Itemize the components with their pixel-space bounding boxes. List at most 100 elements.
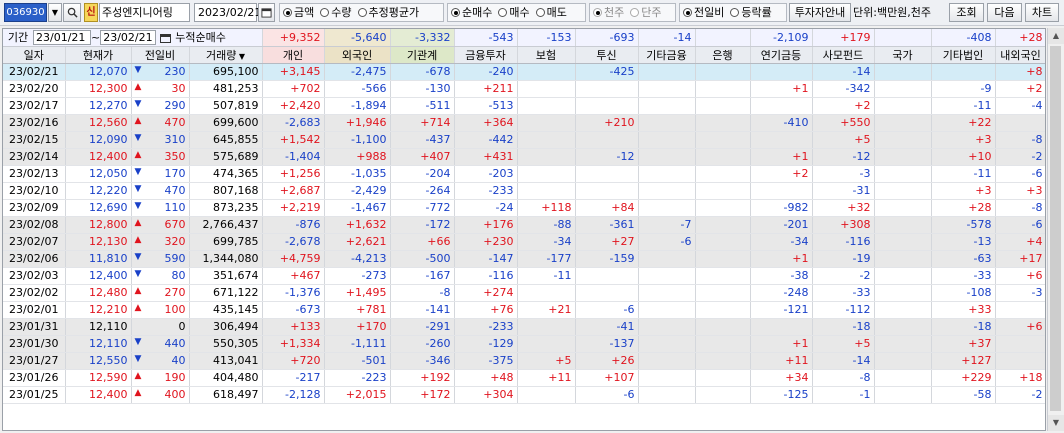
radio-circle-icon[interactable] [730,8,740,17]
table-row[interactable]: 23/01/31 12,110 0 306,494 +133 +170 -291 -233 -4… [3,318,1045,336]
table-row[interactable]: 23/02/03 12,400 ▼ 80 351,674 +467 -273 -167 -116… [3,267,1045,285]
table-row[interactable]: 23/02/17 12,270 ▼ 290 507,819 +2,420 -1,894 -51… [3,97,1045,115]
radio-circle-icon[interactable] [498,8,508,17]
column-header[interactable]: 거래량 ▼ [189,46,263,64]
table-row[interactable]: 23/02/14 12,400 ▲ 350 575,689 -1,404 +988 +407 +… [3,148,1045,166]
search-button[interactable] [63,3,81,22]
column-header[interactable]: 외국인 [324,46,391,64]
code-dropdown-button[interactable]: ▼ [48,3,62,22]
column-header[interactable]: 사모펀드 [812,46,875,64]
date-input[interactable]: 2023/02/21 [194,3,261,22]
radio-circle-icon[interactable] [683,8,692,17]
investor-value-cell [695,165,751,183]
table-row[interactable]: 23/02/01 12,210 ▲ 100 435,145 -673 +781 -141 +76… [3,301,1045,319]
investor-value-cell: -58 [931,386,996,404]
period-from-input[interactable]: 23/01/21 [33,30,91,45]
scroll-thumb[interactable] [1050,46,1061,411]
table-row[interactable]: 23/02/21 12,070 ▼ 230 695,100 +3,145 -2,475 -67… [3,63,1045,81]
radio-option[interactable]: 등락률 [730,4,774,21]
table-row[interactable]: 23/02/13 12,050 ▼ 170 474,365 +1,256 -1,035 -20… [3,165,1045,183]
column-header[interactable]: 일자 [3,46,66,64]
radio-option[interactable]: 추정평균가 [357,4,423,21]
table-row[interactable]: 23/01/27 12,550 ▼ 40 413,041 +720 -501 -346 -375… [3,352,1045,370]
column-header[interactable]: 개인 [262,46,325,64]
table-row[interactable]: 23/02/02 12,480 ▲ 270 671,122 -1,376 +1,495 -8 +… [3,284,1045,302]
query-button[interactable]: 조회 [949,3,984,22]
period-to-input[interactable]: 23/02/21 [100,30,157,45]
column-header[interactable]: 내외국인 [995,46,1045,64]
scroll-up-icon[interactable]: ▲ [1048,28,1064,44]
radio-circle-icon[interactable] [593,8,602,17]
column-header[interactable]: 기타금융 [638,46,696,64]
column-header[interactable]: 보험 [517,46,576,64]
scroll-down-icon[interactable]: ▼ [1048,415,1064,431]
table-row[interactable]: 23/01/25 12,400 ▲ 400 618,497 -2,128 +2,015 +17… [3,386,1045,404]
investor-value-cell: +407 [390,148,455,166]
investor-value-cell: -11 [931,97,996,115]
column-header[interactable]: 국가 [874,46,932,64]
table-row[interactable]: 23/02/15 12,090 ▼ 310 645,855 +1,542 -1,100 -43… [3,131,1045,149]
column-header[interactable]: 전일비 [131,46,190,64]
investor-value-cell: +1 [750,335,813,353]
column-header[interactable]: 연기금등 [750,46,813,64]
table-row[interactable]: 23/02/09 12,690 ▼ 110 873,235 +2,219 -1,467 -77… [3,199,1045,217]
investor-value-cell [874,182,932,200]
radio-circle-icon[interactable] [357,8,367,17]
radio-option[interactable]: 금액 [283,4,317,21]
table-row[interactable]: 23/02/10 12,220 ▼ 470 807,168 +2,687 -2,429 -26… [3,182,1045,200]
column-header[interactable]: 기관계 [390,46,455,64]
radio-option[interactable]: 단주 [630,4,664,21]
table-row[interactable]: 23/02/20 12,300 ▲ 30 481,253 +702 -566 -130 +211… [3,80,1045,98]
investor-value-cell [874,148,932,166]
calendar-icon[interactable] [160,33,172,43]
table-row[interactable]: 23/01/30 12,110 ▼ 440 550,305 +1,334 -1,111 -26… [3,335,1045,353]
radio-option[interactable]: 매도 [535,4,570,21]
investor-value-cell [575,284,639,302]
table-row[interactable]: 23/02/07 12,130 ▲ 320 699,785 -2,678 +2,621 +66… [3,233,1045,251]
investor-value-cell [517,182,576,200]
search-icon [67,7,78,18]
investor-value-cell: -121 [750,301,813,319]
stock-code-input[interactable]: 036930 [4,3,47,22]
investor-value-cell [638,80,696,98]
change-value: 100 [164,303,186,316]
radio-circle-icon[interactable] [320,8,330,17]
table-row[interactable]: 23/02/06 11,810 ▼ 590 1,344,080 +4,759 -4,213-… [3,250,1045,268]
investor-value-cell [750,97,813,115]
table-row[interactable]: 23/02/08 12,800 ▲ 670 2,766,437 -876 +1,632 -17… [3,216,1045,234]
radio-option[interactable]: 수량 [320,4,354,21]
summary-row: 기간 23/01/21 ~23/02/21 누적순매수 +9,352 -5,640 -3,… [3,29,1045,47]
date-cell: 23/02/20 [3,80,66,98]
radio-option[interactable]: 천주 [593,4,627,21]
column-header[interactable]: 투신 [575,46,639,64]
investor-value-cell: +2,219 [262,199,325,217]
chevron-down-icon[interactable]: ▼ [236,52,245,61]
table-row[interactable]: 23/01/26 12,590 ▲ 190 404,480 -217 -223 +192 +48… [3,369,1045,387]
up-triangle-icon: ▲ [134,286,142,296]
column-header[interactable]: 금융투자 [454,46,518,64]
investor-value-cell [517,131,576,149]
radio-circle-icon[interactable] [535,8,545,17]
radio-option[interactable]: 순매수 [451,4,495,21]
summary-value: -153 [517,29,576,47]
volume-cell: 807,168 [189,182,263,200]
column-header[interactable]: 현재가 [65,46,132,64]
up-triangle-icon: ▲ [134,371,142,381]
next-button[interactable]: 다음 [987,3,1022,22]
calendar-button[interactable] [258,3,275,22]
radio-circle-icon[interactable] [283,8,292,17]
change-cell: ▼ 40 [131,352,190,370]
column-header-label: 거래량 [205,48,237,62]
investor-value-cell: +2 [812,97,875,115]
investor-guide-button[interactable]: 투자자안내 [789,3,851,22]
radio-option[interactable]: 매수 [498,4,532,21]
radio-option[interactable]: 전일비 [683,4,727,21]
column-header[interactable]: 기타법인 [931,46,996,64]
table-row[interactable]: 23/02/16 12,560 ▲ 470 699,600 -2,683 +1,946 +71… [3,114,1045,132]
vertical-scrollbar[interactable]: ▲ ▼ [1047,28,1064,431]
down-triangle-icon: ▼ [134,167,142,177]
radio-circle-icon[interactable] [451,8,460,17]
chart-button[interactable]: 차트 [1025,3,1059,22]
radio-circle-icon[interactable] [630,8,640,17]
column-header[interactable]: 은행 [695,46,751,64]
